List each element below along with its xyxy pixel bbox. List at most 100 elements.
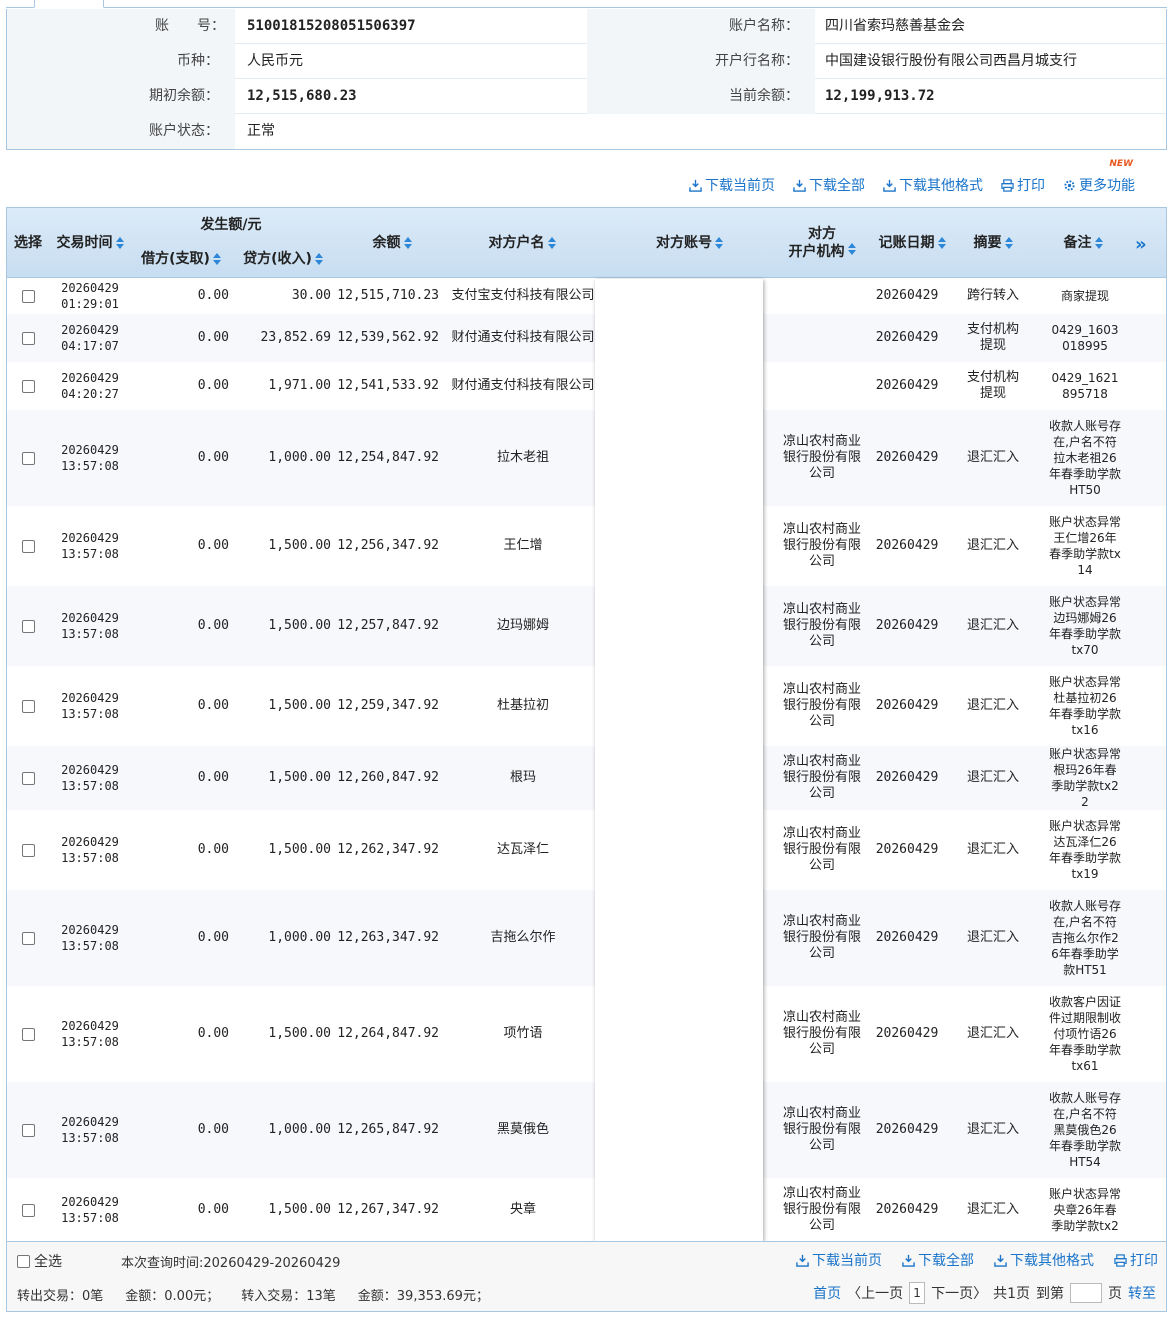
cell-counterparty-name: 达瓦泽仁 [496,842,549,857]
sort-icon[interactable] [115,236,124,250]
footer-download-all-button[interactable]: 下载全部 [902,1250,974,1270]
cell-credit: 1,000.00 [268,930,331,945]
pagination: 首页 〈上一页 1 下一页〉 共1页 到第 页 转至 [813,1282,1156,1304]
cell-balance: 12,256,347.92 [337,538,439,553]
next-page-link[interactable]: 下一页〉 [931,1283,987,1303]
table-row[interactable]: 20260429 13:57:08 0.00 1,500.00 12,256,347.9… [7,506,1166,586]
currency-label: 币种： [177,53,219,69]
cell-post-date: 20260429 [875,538,939,553]
footer-download-page-button[interactable]: 下载当前页 [796,1250,882,1270]
row-checkbox[interactable] [21,699,35,713]
prev-page-link[interactable]: 〈上一页 [847,1283,903,1303]
cell-debit: 0.00 [197,698,229,713]
footer-download-other-button[interactable]: 下载其他格式 [994,1250,1094,1270]
cell-summary: 退汇汇入 [966,618,1019,633]
cell-time-clock: 13:57:08 [61,1211,119,1225]
cell-debit: 0.00 [197,1122,229,1137]
goto-button[interactable]: 转至 [1128,1283,1156,1303]
row-checkbox[interactable] [21,451,35,465]
cell-remark: 账户状态异常央章26年春季助学款tx2 [1049,1187,1122,1233]
cell-credit: 30.00 [291,288,331,303]
expand-columns-icon[interactable]: » [1135,234,1147,255]
cell-select [7,586,49,666]
download-icon [883,179,896,192]
table-row[interactable]: 20260429 13:57:08 0.00 1,000.00 12,263,347.9… [7,890,1166,986]
cell-time-clock: 13:57:08 [61,1035,119,1049]
download-other-button[interactable]: 下载其他格式 [883,175,983,195]
table-header: 选择 交易时间 发生额/元 借方(支取) 贷方(收入) 余额 对方户名 对方账号… [7,208,1166,278]
first-page-link[interactable]: 首页 [813,1283,841,1303]
cell-remark: 账户状态异常达瓦泽仁26年春季助学款tx19 [1049,819,1122,881]
header-debit[interactable]: 借方(支取) [131,248,231,270]
table-row[interactable]: 20260429 13:57:08 0.00 1,000.00 12,254,847.9… [7,410,1166,506]
sort-icon[interactable] [1004,236,1013,250]
status-value: 正常 [247,123,275,139]
row-checkbox[interactable] [21,539,35,553]
sort-icon[interactable] [715,236,723,250]
header-debit-label: 借方(支取) [141,250,210,267]
table-row[interactable]: 20260429 13:57:08 0.00 1,500.00 12,262,347.9… [7,810,1166,890]
table-row[interactable]: 20260429 13:57:08 0.00 1,000.00 12,265,847.9… [7,1082,1166,1178]
goto-label: 到第 [1036,1286,1064,1302]
row-checkbox[interactable] [21,1027,35,1041]
table-row[interactable]: 20260429 13:57:08 0.00 1,500.00 12,260,847.9… [7,746,1166,810]
table-row[interactable]: 20260429 13:57:08 0.00 1,500.00 12,264,847.9… [7,986,1166,1082]
sort-icon[interactable] [212,252,221,266]
sort-icon[interactable] [547,236,556,250]
cell-time: 20260429 13:57:08 [49,986,131,1082]
row-checkbox[interactable] [21,931,35,945]
table-row[interactable]: 20260429 13:57:08 0.00 1,500.00 12,259,347.9… [7,666,1166,746]
header-post-date[interactable]: 记账日期 [872,208,952,278]
row-checkbox[interactable] [21,619,35,633]
cell-counterparty-name: 杜基拉初 [496,698,549,713]
cell-select [7,314,49,362]
cell-time-clock: 04:20:27 [61,387,119,401]
sort-icon[interactable] [314,252,323,266]
header-select: 选择 [14,234,42,251]
row-checkbox[interactable] [21,379,35,393]
print-button[interactable]: 打印 [1001,175,1045,195]
tab-active[interactable] [34,0,104,8]
sort-icon[interactable] [847,242,856,256]
header-summary[interactable]: 摘要 [957,208,1029,278]
cell-time-date: 20260429 [61,1019,119,1033]
select-all[interactable]: 全选 [17,1251,62,1271]
header-counterparty-bank[interactable]: 对方 开户机构 [772,208,872,278]
header-counterparty-account[interactable]: 对方账号 [607,208,772,278]
sort-icon[interactable] [1094,236,1103,250]
header-balance[interactable]: 余额 [337,208,447,278]
goto-page-input[interactable] [1070,1283,1102,1303]
header-counterparty-bank-line2: 开户机构 [788,243,845,260]
table-row[interactable]: 20260429 04:17:07 0.00 23,852.69 12,539,562.… [7,314,1166,362]
row-checkbox[interactable] [21,843,35,857]
download-page-button[interactable]: 下载当前页 [689,175,775,195]
sort-icon[interactable] [937,236,946,250]
table-row[interactable]: 20260429 13:57:08 0.00 1,500.00 12,267,347.9… [7,1178,1166,1241]
select-all-checkbox[interactable] [17,1254,30,1268]
in-count: 转入交易：13笔 [241,1289,336,1304]
row-checkbox[interactable] [21,331,35,345]
header-time[interactable]: 交易时间 [49,208,131,278]
print-label: 打印 [1017,178,1045,194]
table-row[interactable]: 20260429 13:57:08 0.00 1,500.00 12,257,847.9… [7,586,1166,666]
sort-icon[interactable] [403,236,412,250]
more-functions-button[interactable]: 更多功能 NEW [1063,159,1135,195]
table-row[interactable]: 20260429 04:20:27 0.00 1,971.00 12,541,533.9… [7,362,1166,410]
row-checkbox[interactable] [21,1203,35,1217]
footer-print-button[interactable]: 打印 [1114,1250,1158,1270]
header-credit[interactable]: 贷方(收入) [233,248,333,270]
download-all-button[interactable]: 下载全部 [793,175,865,195]
header-counterparty-name[interactable]: 对方户名 [447,208,597,278]
row-checkbox[interactable] [21,1123,35,1137]
cell-balance: 12,254,847.92 [337,450,439,465]
row-checkbox[interactable] [21,289,35,303]
header-remark[interactable]: 备注 [1047,208,1119,278]
cell-debit: 0.00 [197,450,229,465]
cell-summary: 退汇汇入 [966,770,1019,785]
table-row[interactable]: 20260429 01:29:01 0.00 30.00 12,515,710.23 支付… [7,278,1166,314]
cell-summary: 支付机构提现 [966,322,1019,353]
current-page[interactable]: 1 [909,1282,926,1304]
row-checkbox[interactable] [21,771,35,785]
total-pages: 共1页 [993,1286,1030,1302]
select-all-label: 全选 [34,1254,62,1270]
